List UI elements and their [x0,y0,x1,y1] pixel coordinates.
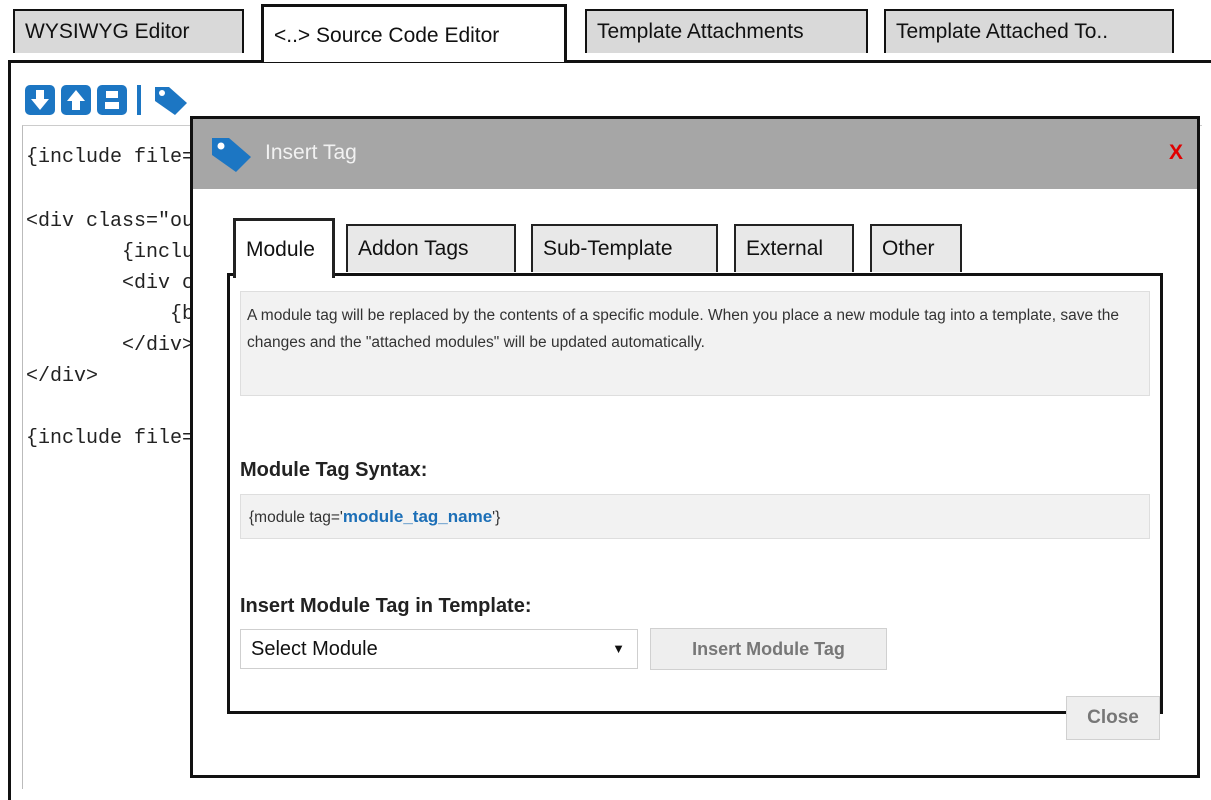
tab-wysiwyg-editor[interactable]: WYSIWYG Editor [13,9,244,53]
syntax-suffix: '} [492,509,501,526]
toolbar-separator [137,85,141,115]
tab-sub-template[interactable]: Sub-Template [531,224,718,272]
code-line: </div> [26,365,99,388]
module-select[interactable]: Select Module ▼ [240,629,638,669]
code-line: </div> [26,334,195,357]
tab-source-code-editor[interactable]: <..> Source Code Editor [261,4,567,62]
syntax-prefix: {module tag=' [249,509,343,526]
syntax-heading: Module Tag Syntax: [240,459,428,481]
dialog-title-bar[interactable]: Insert Tag X [193,119,1197,189]
editor-toolbar [25,80,191,120]
module-tab-panel: A module tag will be replaced by the con… [227,273,1163,714]
syntax-variable: module_tag_name [342,507,493,526]
tag-icon[interactable] [151,82,191,118]
upload-icon[interactable] [61,85,91,115]
module-description: A module tag will be replaced by the con… [240,291,1150,396]
insert-tag-dialog: Insert Tag X Module Addon Tags Sub-Templ… [190,116,1200,778]
close-button[interactable]: Close [1066,696,1160,740]
tab-external[interactable]: External [734,224,854,272]
tab-template-attachments[interactable]: Template Attachments [585,9,868,53]
tab-module[interactable]: Module [233,218,335,278]
tag-icon [209,133,255,180]
dropdown-arrow-icon: ▼ [612,641,625,656]
tab-template-attached-to[interactable]: Template Attached To.. [884,9,1174,53]
download-icon[interactable] [25,85,55,115]
insert-module-tag-button[interactable]: Insert Module Tag [650,628,887,670]
tab-addon-tags[interactable]: Addon Tags [346,224,516,272]
dialog-title: Insert Tag [265,141,357,164]
close-icon[interactable]: X [1169,141,1183,165]
save-icon[interactable] [97,85,127,115]
syntax-example: {module tag='module_tag_name'} [240,494,1150,539]
insert-heading: Insert Module Tag in Template: [240,595,532,617]
tab-other[interactable]: Other [870,224,962,272]
module-select-value: Select Module [251,638,378,660]
